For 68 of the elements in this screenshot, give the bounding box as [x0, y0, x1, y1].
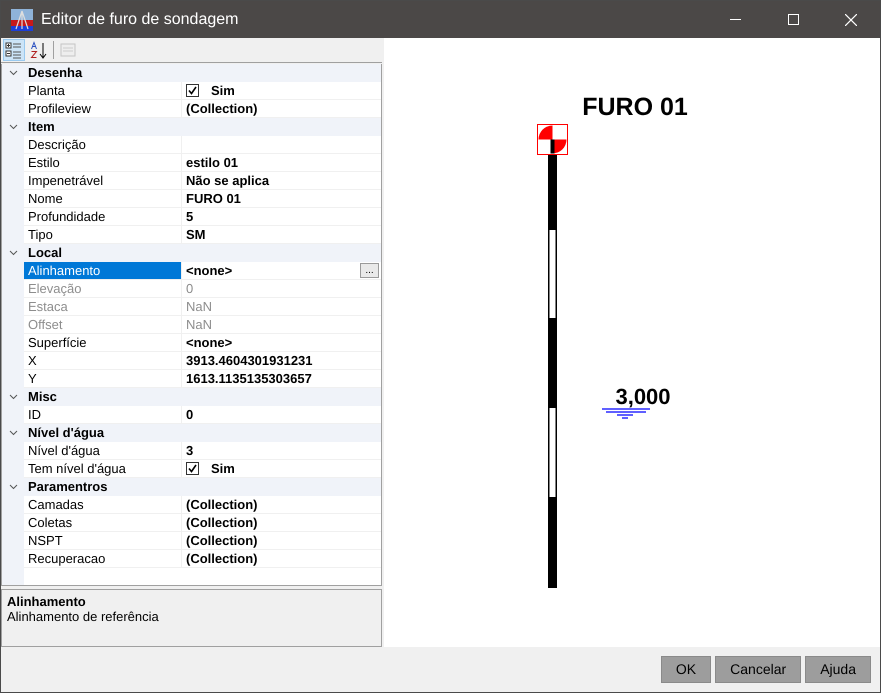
property-name[interactable]: X [24, 352, 182, 370]
category-label: Desenha [27, 64, 82, 82]
property-name[interactable]: Coletas [24, 514, 182, 532]
property-value: FURO 01 [186, 190, 241, 208]
collapse-chevron-icon[interactable] [8, 70, 18, 76]
property-name[interactable]: Alinhamento [24, 262, 182, 280]
property-name[interactable]: Impenetrável [24, 172, 182, 190]
property-name[interactable]: Recuperacao [24, 550, 182, 568]
categorized-view-icon [5, 41, 23, 59]
property-name[interactable]: Profundidade [24, 208, 182, 226]
property-value: 3913.4604301931231 [186, 352, 313, 370]
collapse-chevron-icon[interactable] [8, 394, 18, 400]
dialog-button[interactable]: Ajuda [805, 656, 871, 683]
borehole-title: FURO 01 [582, 93, 688, 121]
property-name[interactable]: Camadas [24, 496, 182, 514]
property-value: 5 [186, 208, 194, 226]
dialog-button[interactable]: Cancelar [715, 656, 802, 683]
collapse-chevron-icon[interactable] [8, 124, 18, 130]
category-label: Nível d'água [27, 424, 104, 442]
toolbar-button[interactable] [3, 39, 25, 61]
property-value: Sim [211, 460, 235, 478]
property-value: (Collection) [186, 514, 258, 532]
dialog-button[interactable]: OK [660, 656, 712, 683]
property-value: Não se aplica [186, 172, 270, 190]
property-value: 0 [186, 280, 194, 298]
minimize-icon [730, 19, 740, 20]
close-icon [845, 14, 857, 26]
property-value: 1613.1135135303657 [186, 370, 312, 388]
property-value: <none> [186, 262, 232, 280]
property-value: Sim [211, 82, 235, 100]
sort-alphabetical-icon [30, 41, 48, 59]
property-name[interactable]: Planta [24, 82, 182, 100]
property-pages-icon [59, 41, 77, 59]
description-text: Alinhamento de referência [7, 609, 160, 624]
water-level-label: 3,000 [615, 384, 671, 409]
checkbox[interactable] [186, 462, 199, 475]
ellipsis-button[interactable]: ... [360, 263, 379, 278]
property-name[interactable]: Estilo [24, 154, 182, 172]
maximize-icon [788, 14, 798, 25]
category-label: Misc [27, 388, 57, 406]
property-value: SM [186, 226, 206, 244]
property-value: (Collection) [186, 496, 258, 514]
collapse-chevron-icon[interactable] [8, 484, 18, 490]
property-name[interactable]: Nível d'água [24, 442, 182, 460]
category-label: Item [27, 118, 55, 136]
property-value: (Collection) [186, 100, 258, 118]
description-title: Alinhamento [7, 594, 87, 609]
property-value: NaN [186, 316, 212, 334]
collapse-chevron-icon[interactable] [8, 430, 18, 436]
window-title: Editor de furo de sondagem [41, 10, 238, 30]
property-value: (Collection) [186, 550, 258, 568]
property-name[interactable]: Superfície [24, 334, 182, 352]
property-value: (Collection) [186, 532, 258, 550]
collapse-chevron-icon[interactable] [8, 250, 18, 256]
property-name[interactable]: Nome [24, 190, 182, 208]
category-label: Local [27, 244, 62, 262]
category-label: Paramentros [27, 478, 108, 496]
property-value: NaN [186, 298, 212, 316]
property-name[interactable]: NSPT [24, 532, 182, 550]
property-name[interactable]: Descrição [24, 136, 182, 154]
borehole-marker-icon [537, 124, 568, 155]
property-value: estilo 01 [186, 154, 238, 172]
water-level-icon [601, 408, 651, 419]
property-value: 0 [186, 406, 194, 424]
property-value: <none> [186, 334, 232, 352]
app-icon [11, 8, 33, 30]
checkbox[interactable] [186, 84, 199, 97]
property-value: 3 [186, 442, 194, 460]
